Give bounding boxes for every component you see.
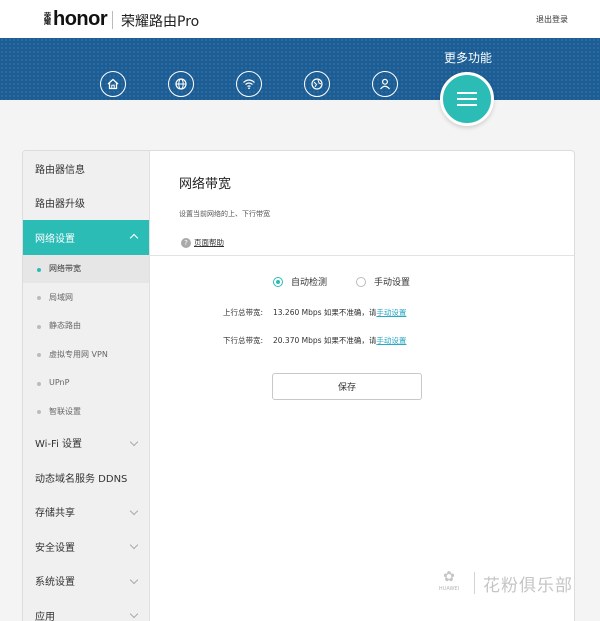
sidebar-subitem-static-route[interactable]: 静态路由 xyxy=(23,312,149,341)
more-features-button[interactable] xyxy=(440,72,494,126)
watermark: ✿ HUAWEI 花粉俱乐部 xyxy=(432,568,573,598)
download-bandwidth-label: 下行总带宽: xyxy=(222,336,263,345)
manual-set-label: 手动设置 xyxy=(374,278,411,288)
sidebar-item-label: 路由器信息 xyxy=(35,164,85,176)
watermark-text: 花粉俱乐部 xyxy=(483,575,573,596)
chevron-down-icon xyxy=(129,506,139,515)
sidebar-item-label: 网络设置 xyxy=(35,233,75,245)
sidebar-item-system-settings[interactable]: 系统设置 xyxy=(23,564,149,599)
watermark-brand: HUAWEI xyxy=(438,586,460,592)
home-icon[interactable] xyxy=(100,71,126,97)
brand-small-text: 荣耀 xyxy=(44,12,51,26)
chevron-down-icon xyxy=(129,437,139,446)
sidebar-subitem-bandwidth[interactable]: 网络带宽 xyxy=(23,254,149,283)
sidebar-item-router-upgrade[interactable]: 路由器升级 xyxy=(23,186,149,221)
sidebar-subitem-label: 网络带宽 xyxy=(49,264,81,274)
download-manual-set-link[interactable]: 手动设置 xyxy=(376,336,406,345)
sidebar-subitem-label: 局域网 xyxy=(49,292,73,302)
sidebar-subitem-label: UPnP xyxy=(49,378,70,388)
sidebar-item-label: 安全设置 xyxy=(35,542,75,554)
sidebar: 路由器信息 路由器升级 网络设置 网络带宽 局域网 静态路由 虚拟专用网 VPN… xyxy=(23,151,150,621)
auto-detect-radio[interactable]: 自动检测 xyxy=(273,275,327,288)
radio-checked-icon xyxy=(273,276,283,287)
chevron-up-icon xyxy=(129,233,139,243)
download-bandwidth-value: 20.370 Mbps 如果不准确，请 xyxy=(273,336,377,345)
page-description: 设置当前网络的上、下行带宽 xyxy=(179,210,270,218)
sidebar-subitem-label: 智联设置 xyxy=(49,406,81,416)
divider xyxy=(150,255,574,256)
nav-band xyxy=(0,38,600,100)
sidebar-item-router-info[interactable]: 路由器信息 xyxy=(23,151,149,186)
sidebar-subitem-smart-connect[interactable]: 智联设置 xyxy=(23,397,149,426)
sidebar-subitem-label: 虚拟专用网 VPN xyxy=(49,349,108,359)
huawei-flower-icon: ✿ xyxy=(443,569,455,585)
top-bar: 荣耀 honor 荣耀路由Pro 退出登录 xyxy=(0,0,600,38)
chevron-down-icon xyxy=(129,540,139,550)
manual-set-radio[interactable]: 手动设置 xyxy=(356,275,410,288)
sidebar-item-label: Wi-Fi 设置 xyxy=(35,439,83,451)
sidebar-subitem-upnp[interactable]: UPnP xyxy=(23,369,149,398)
sidebar-item-apps[interactable]: 应用 xyxy=(23,598,149,621)
logout-link[interactable]: 退出登录 xyxy=(536,14,568,25)
upload-bandwidth-value: 13.260 Mbps 如果不准确，请 xyxy=(273,308,377,317)
save-button[interactable]: 保存 xyxy=(272,373,422,400)
sidebar-item-label: 系统设置 xyxy=(35,577,75,589)
question-icon: ? xyxy=(181,237,191,248)
sidebar-item-storage-share[interactable]: 存储共享 xyxy=(23,495,149,530)
user-icon[interactable] xyxy=(372,71,398,97)
sidebar-item-label: 应用 xyxy=(35,611,55,621)
main-panel: 路由器信息 路由器升级 网络设置 网络带宽 局域网 静态路由 虚拟专用网 VPN… xyxy=(22,150,575,621)
chevron-down-icon xyxy=(129,575,139,584)
content-area: 网络带宽 设置当前网络的上、下行带宽 ? 页面帮助 自动检测 手动设置 上行总带… xyxy=(150,151,574,621)
sidebar-item-wifi-settings[interactable]: Wi-Fi 设置 xyxy=(23,426,149,461)
network-globe-icon[interactable] xyxy=(304,71,330,97)
upload-manual-set-link[interactable]: 手动设置 xyxy=(376,308,406,317)
page-help-label: 页面帮助 xyxy=(194,238,224,247)
wifi-icon[interactable] xyxy=(236,71,262,97)
page-help-link[interactable]: ? 页面帮助 xyxy=(181,237,224,248)
radio-unchecked-icon xyxy=(356,276,366,287)
huawei-logo: ✿ HUAWEI xyxy=(432,568,466,598)
watermark-divider xyxy=(474,572,475,594)
sidebar-item-label: 存储共享 xyxy=(35,508,75,520)
sidebar-subitem-lan[interactable]: 局域网 xyxy=(23,283,149,312)
sidebar-subitem-label: 静态路由 xyxy=(49,321,81,331)
auto-detect-label: 自动检测 xyxy=(291,278,328,288)
upload-bandwidth-label: 上行总带宽: xyxy=(222,308,263,317)
sidebar-item-ddns[interactable]: 动态域名服务 DDNS xyxy=(23,460,149,495)
sidebar-item-label: 动态域名服务 DDNS xyxy=(35,473,128,485)
sidebar-item-security-settings[interactable]: 安全设置 xyxy=(23,529,149,564)
globe-icon[interactable] xyxy=(168,71,194,97)
menu-icon xyxy=(457,92,477,106)
chevron-down-icon xyxy=(129,609,139,619)
sidebar-item-label: 路由器升级 xyxy=(35,199,85,211)
brand-divider xyxy=(112,11,113,29)
page-title: 网络带宽 xyxy=(179,177,232,192)
product-name: 荣耀路由Pro xyxy=(121,14,200,30)
sidebar-subitem-vpn[interactable]: 虚拟专用网 VPN xyxy=(23,340,149,369)
more-features-label: 更多功能 xyxy=(444,51,493,65)
sidebar-item-network-settings[interactable]: 网络设置 xyxy=(23,220,149,255)
honor-logo: honor xyxy=(53,8,108,30)
